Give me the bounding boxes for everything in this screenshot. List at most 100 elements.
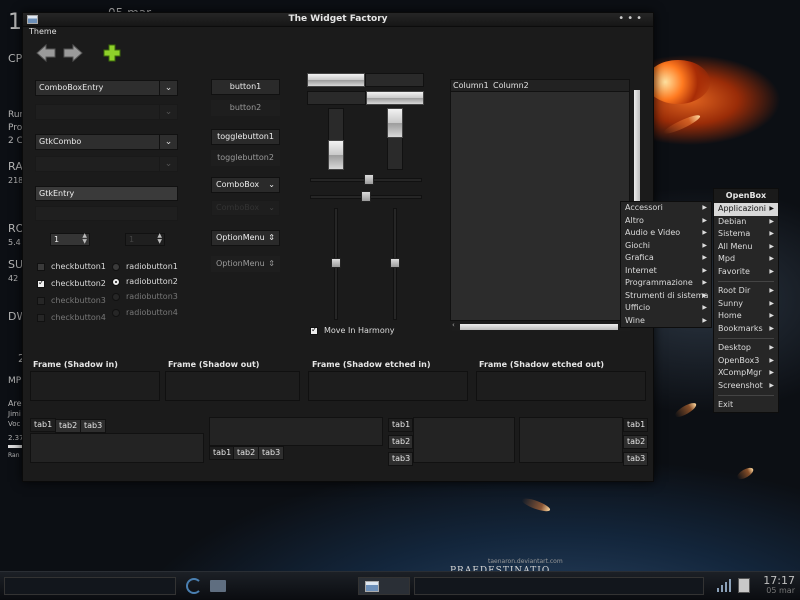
clipboard-icon[interactable] (738, 578, 750, 593)
hscale-top-handle[interactable] (364, 174, 374, 185)
signal-bars-icon[interactable] (716, 579, 732, 595)
applicazioni-menu-item-label: Internet (625, 265, 657, 275)
notebook-left-tab2[interactable]: tab2 (388, 435, 413, 449)
notebook-bottom-tab3[interactable]: tab3 (258, 446, 285, 460)
applicazioni-menu-item[interactable]: Strumenti di sistema ▶ (621, 290, 711, 303)
notebook-top-tab2[interactable]: tab2 (55, 419, 82, 433)
applicazioni-menu-item[interactable]: Altro ▶ (621, 215, 711, 228)
applicazioni-menu-item[interactable]: Wine ▶ (621, 315, 711, 328)
tree-view-hscrollbar[interactable]: ‹ › (452, 321, 638, 331)
tree-view-hscroll-thumb[interactable] (460, 324, 618, 330)
openbox-menu-item-label: All Menu (718, 241, 753, 251)
radiobutton2[interactable]: radiobutton2 (112, 277, 178, 287)
applicazioni-menu-item[interactable]: Audio e Video ▶ (621, 227, 711, 240)
window-titlebar[interactable]: The Widget Factory ••• (23, 13, 653, 27)
debian-swirl-icon[interactable] (186, 578, 202, 594)
back-button[interactable] (35, 42, 57, 64)
menu-theme[interactable]: Theme (29, 27, 57, 36)
openbox-menu-item[interactable]: Sunny ▶ (714, 298, 778, 311)
combobox-entry-disabled: ⌄ (35, 104, 178, 120)
openbox-menu-item[interactable]: Home ▶ (714, 310, 778, 323)
notebook-bottom-tab1[interactable]: tab1 (209, 446, 236, 460)
column-header-2[interactable]: Column2 (493, 81, 529, 90)
openbox-menu-item[interactable]: Favorite ▶ (714, 266, 778, 279)
submenu-arrow-icon: ▶ (769, 369, 774, 376)
folder-icon[interactable] (210, 580, 226, 592)
panel-clock[interactable]: 17:17 05 mar (763, 575, 795, 595)
hscale-bottom-handle[interactable] (361, 191, 371, 202)
openbox-menu-item[interactable]: XCompMgr ▶ (714, 367, 778, 380)
move-in-harmony-check[interactable]: Move In Harmony (310, 325, 395, 336)
forward-button[interactable] (62, 42, 84, 64)
openbox-menu-item[interactable]: Applicazioni ▶ (714, 203, 778, 216)
add-button[interactable] (101, 42, 123, 64)
togglebutton2[interactable]: togglebutton2 (211, 150, 280, 166)
openbox-menu-item[interactable]: Bookmarks ▶ (714, 323, 778, 336)
vscale-right-handle[interactable] (390, 258, 400, 268)
applicazioni-menu-item[interactable]: Ufficio ▶ (621, 302, 711, 315)
combobox-entry[interactable]: ComboBoxEntry ⌄ (35, 80, 178, 96)
openbox-menu-item[interactable]: Exit (714, 399, 778, 412)
checkbutton2[interactable]: checkbutton2 (37, 278, 106, 289)
radiobutton-label: radiobutton4 (126, 308, 178, 317)
togglebutton1[interactable]: togglebutton1 (211, 129, 280, 145)
conky-text: 2 C (8, 136, 23, 146)
optionmenu1[interactable]: OptionMenu ⇕ (211, 230, 280, 246)
openbox-menu-item[interactable]: Desktop ▶ (714, 342, 778, 355)
openbox-menu-item[interactable]: Debian ▶ (714, 216, 778, 229)
openbox-menu-item[interactable]: Mpd ▶ (714, 253, 778, 266)
meteor-streak (662, 112, 702, 137)
window-controls-icon[interactable]: ••• (618, 13, 645, 24)
applicazioni-menu-item[interactable]: Grafica ▶ (621, 252, 711, 265)
openbox-menu-item-label: Screenshot (718, 380, 763, 390)
plus-icon (103, 44, 121, 62)
submenu-arrow-icon: ▶ (769, 312, 774, 319)
openbox-menu-item[interactable]: Root Dir ▶ (714, 285, 778, 298)
notebook-right-tab2[interactable]: tab2 (623, 435, 648, 449)
taskbar-empty-slot[interactable] (414, 577, 704, 595)
gtk-entry[interactable]: GtkEntry (35, 186, 178, 201)
checkbutton1[interactable]: checkbutton1 (37, 262, 106, 272)
notebook-top-tab3[interactable]: tab3 (80, 419, 107, 433)
watermark-url: taenaron.deviantart.com (488, 558, 563, 565)
notebook-top-tab1[interactable]: tab1 (30, 418, 57, 432)
openbox-menu-item[interactable]: Screenshot ▶ (714, 380, 778, 393)
spin-arrows-icon[interactable]: ▲ ▼ (82, 233, 87, 245)
button1[interactable]: button1 (211, 79, 280, 95)
notebook-left-tab3[interactable]: tab3 (388, 452, 413, 466)
gtk-combo[interactable]: GtkCombo ⌄ (35, 134, 178, 150)
applicazioni-menu-item-label: Audio e Video (625, 228, 681, 237)
notebook-left-tab1[interactable]: tab1 (388, 418, 413, 432)
button2[interactable]: button2 (211, 100, 280, 116)
column-header-1[interactable]: Column1 (453, 81, 489, 90)
combobox[interactable]: ComboBox ⌄ (211, 177, 280, 193)
notebook-bottom-tab2[interactable]: tab2 (233, 446, 260, 460)
conky-text: Jimi (8, 410, 21, 418)
notebook-right-tab3[interactable]: tab3 (623, 452, 648, 466)
radiobutton1[interactable]: radiobutton1 (112, 262, 178, 272)
applicazioni-menu-item[interactable]: Giochi ▶ (621, 240, 711, 253)
submenu-arrow-icon: ▶ (702, 316, 707, 324)
submenu-arrow-icon: ▶ (702, 241, 707, 249)
applicazioni-menu-item[interactable]: Programmazione ▶ (621, 277, 711, 290)
spin-button[interactable]: 1 ▲ ▼ (50, 233, 90, 246)
vscale-left-handle[interactable] (331, 258, 341, 268)
openbox-menu-item[interactable]: All Menu ▶ (714, 241, 778, 254)
scroll-left-icon[interactable]: ‹ (452, 321, 455, 329)
optionmenu2[interactable]: OptionMenu ⇕ (211, 256, 280, 272)
checkbutton4: checkbutton4 (37, 313, 106, 323)
applicazioni-menu-item[interactable]: Accessori ▶ (621, 202, 711, 215)
openbox-menu-item[interactable]: Sistema ▶ (714, 228, 778, 241)
openbox-menu-item-label: OpenBox3 (718, 355, 760, 365)
taskbar-window-widget-factory[interactable] (358, 577, 410, 595)
openbox-menu-item[interactable]: OpenBox3 ▶ (714, 355, 778, 368)
tree-view[interactable]: Column1 Column2 (450, 79, 630, 321)
openbox-menu-item-label: Favorite (718, 266, 750, 276)
notebook-top (30, 433, 204, 463)
applicazioni-menu-item[interactable]: Internet ▶ (621, 265, 711, 278)
chevron-down-icon[interactable]: ⌄ (159, 81, 177, 95)
openbox-menu-item-label: Mpd (718, 254, 736, 263)
notebook-right-tab1[interactable]: tab1 (623, 418, 648, 432)
chevron-down-icon[interactable]: ⌄ (159, 135, 177, 149)
progress-bar-h1 (307, 73, 365, 87)
